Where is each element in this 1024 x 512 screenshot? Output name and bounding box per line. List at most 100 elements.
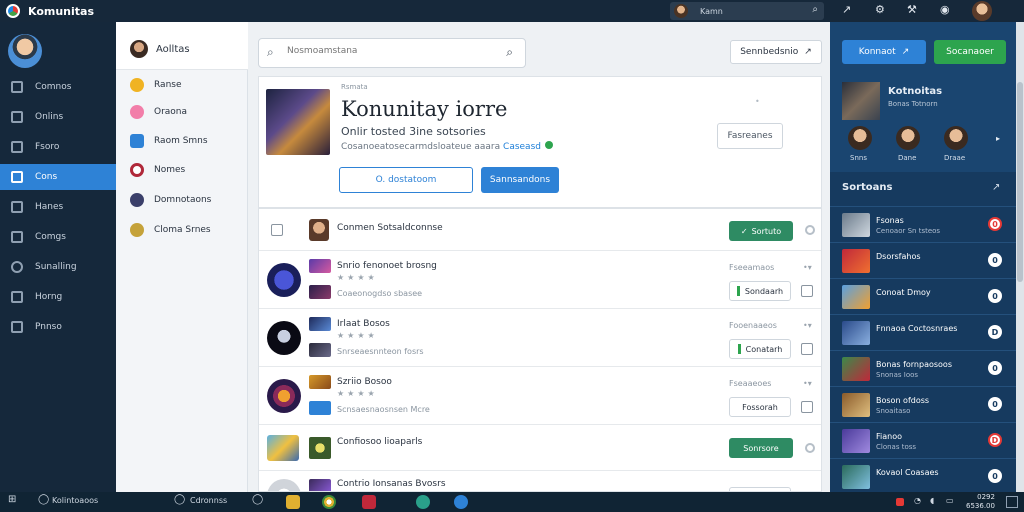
scrollbar-thumb[interactable]: [1017, 82, 1023, 282]
wrench-icon[interactable]: ⚒: [907, 3, 917, 16]
hero-right-button[interactable]: Fasreanes: [717, 123, 783, 149]
settings-icon[interactable]: [805, 443, 815, 453]
windows-start-icon[interactable]: ⊞: [8, 494, 16, 505]
list-item[interactable]: Boson ofdoss Snoaitaso 0: [830, 386, 1016, 422]
member-avatar[interactable]: [896, 126, 920, 150]
list-item[interactable]: Bonas fornpaosoos Snonas Ioos 0: [830, 350, 1016, 386]
clock-date: 6536.00: [966, 502, 995, 510]
connect-label: Konnaot: [858, 47, 896, 57]
search-input[interactable]: [287, 46, 477, 56]
channel-item[interactable]: Ranse: [130, 78, 182, 92]
connect-button[interactable]: Konnaot ↗: [842, 40, 926, 64]
app-title: Komunitas: [28, 4, 95, 18]
list-item[interactable]: Conoat Dmoy 0: [830, 278, 1016, 314]
table-row[interactable]: Confiosoo lioaparls Sonrsore: [259, 425, 821, 471]
notification-icon[interactable]: [896, 498, 904, 506]
nav-item-pnnso[interactable]: Pnnso: [0, 314, 116, 340]
volume-icon[interactable]: ◖: [930, 496, 934, 505]
scrollbar[interactable]: [1016, 22, 1024, 492]
nav-item-sunalling[interactable]: Sunalling: [0, 254, 116, 280]
channel-item[interactable]: Raom Smns: [130, 134, 208, 148]
row-checkbox[interactable]: [801, 285, 813, 297]
row-checkbox[interactable]: [801, 401, 813, 413]
avatar-icon: [130, 193, 144, 207]
list-header-label: Conmen Sotsaldconnse: [337, 223, 443, 233]
hero-desc-link[interactable]: Caseasd: [503, 142, 541, 152]
member-avatar[interactable]: [944, 126, 968, 150]
community-avatar: [267, 321, 301, 355]
browser-icon[interactable]: ◯: [174, 494, 185, 505]
table-row[interactable]: Szriio Bosoo ★★★★ Scnsaesnaosnsen Mcre F…: [259, 367, 821, 425]
member-avatar[interactable]: [848, 126, 872, 150]
channel-item[interactable]: Nomes: [130, 163, 185, 177]
more-icon[interactable]: •▾: [803, 321, 812, 330]
channel-item[interactable]: Oraona: [130, 105, 187, 119]
list-item[interactable]: Fianoo Clonas toss D: [830, 422, 1016, 458]
sort-dropdown[interactable]: Sennbedsnio ↗: [730, 40, 822, 64]
table-row[interactable]: Irlaat Bosos ★★★★ Snrseaesnnteon fosrs F…: [259, 309, 821, 367]
social-button[interactable]: Socanaoer: [934, 40, 1006, 64]
user-avatar[interactable]: [972, 1, 992, 21]
list-item[interactable]: Fsonas Cenoaor Sn tsteos 0: [830, 206, 1016, 242]
chevron-right-icon[interactable]: ▸: [996, 134, 1000, 143]
channel-label: Raom Smns: [154, 136, 208, 146]
taskbar-search-label[interactable]: Kolintoaoos: [52, 496, 98, 505]
nav-item-cons[interactable]: Cons: [0, 164, 116, 190]
row-checkbox[interactable]: [801, 343, 813, 355]
nav-item-hanes[interactable]: Hanes: [0, 194, 116, 220]
channel-item[interactable]: Cloma Srnes: [130, 223, 211, 237]
app-icon[interactable]: [416, 495, 430, 509]
taskbar-app-label[interactable]: Cdronnss: [190, 496, 227, 505]
nav-item-fsoro[interactable]: Fsoro: [0, 134, 116, 160]
chrome-icon[interactable]: [322, 495, 336, 509]
gear-icon[interactable]: ⚙: [875, 3, 885, 16]
app-icon[interactable]: [454, 495, 468, 509]
item-badge: 0: [988, 469, 1002, 483]
table-row[interactable]: Contrio Ionsanas Bvosrs: [259, 471, 821, 491]
app-icon[interactable]: [362, 495, 376, 509]
nav-item-comnos[interactable]: Comnos: [0, 74, 116, 100]
notification-center-icon[interactable]: [1006, 496, 1018, 508]
search-icon[interactable]: ◯: [38, 494, 49, 505]
channel-avatar: [130, 40, 148, 58]
profile-avatar[interactable]: [8, 34, 42, 68]
list-item[interactable]: Kovaol Coasaes 0: [830, 458, 1016, 494]
channel-label: Cloma Srnes: [154, 225, 211, 235]
task-view-icon[interactable]: ◯: [252, 494, 263, 505]
list-item[interactable]: Dsorsfahos 0: [830, 242, 1016, 278]
row-right-meta: Fseeamaos: [729, 263, 775, 272]
folder-icon[interactable]: [286, 495, 300, 509]
list-item[interactable]: Fnnaoa Coctosnraes D: [830, 314, 1016, 350]
header-action-button[interactable]: ✓ Sortuto: [729, 221, 793, 241]
arrow-icon[interactable]: ↗: [842, 3, 851, 16]
system-clock[interactable]: 0292 6536.00: [966, 493, 995, 511]
search-icon[interactable]: ⌕: [812, 4, 818, 15]
game-thumbnail: [309, 375, 331, 389]
bell-icon[interactable]: ◉: [940, 3, 950, 16]
wifi-icon[interactable]: ◔: [914, 496, 921, 505]
search-box[interactable]: ⌕ ⌕: [258, 38, 526, 68]
select-all-checkbox[interactable]: [271, 224, 283, 236]
arrow-icon[interactable]: ↗: [992, 182, 1000, 193]
settings-icon[interactable]: [805, 225, 815, 235]
row-action-button[interactable]: Sondaarh: [729, 281, 791, 301]
row-action-button[interactable]: Fossorah: [729, 397, 791, 417]
hero-subtitle: Onlir tosted 3ine sotsories: [341, 125, 486, 138]
more-icon[interactable]: •▾: [803, 379, 812, 388]
battery-icon[interactable]: ▭: [946, 496, 954, 505]
titlebar-search[interactable]: Kamn ⌕: [670, 2, 824, 20]
header-action-label: Sortuto: [751, 226, 782, 236]
row-action-button[interactable]: Sonrsore: [729, 438, 793, 458]
nav-item-horng[interactable]: Horng: [0, 284, 116, 310]
search-submit-icon[interactable]: ⌕: [506, 45, 513, 60]
hero-primary-button[interactable]: Sannsandons: [481, 167, 559, 193]
nav-item-comgs[interactable]: Comgs: [0, 224, 116, 250]
item-title: Fsonas: [876, 216, 904, 225]
channel-header-label: Aolltas: [156, 44, 190, 55]
hero-outline-button[interactable]: O. dostatoom: [339, 167, 473, 193]
row-action-button[interactable]: Conatarh: [729, 339, 791, 359]
table-row[interactable]: Snrio fenonoet brosng ★★★★ Coaeonogdso s…: [259, 251, 821, 309]
more-icon[interactable]: •▾: [803, 263, 812, 272]
channel-item[interactable]: Domnotaons: [130, 193, 211, 207]
nav-item-onlins[interactable]: Onlins: [0, 104, 116, 130]
